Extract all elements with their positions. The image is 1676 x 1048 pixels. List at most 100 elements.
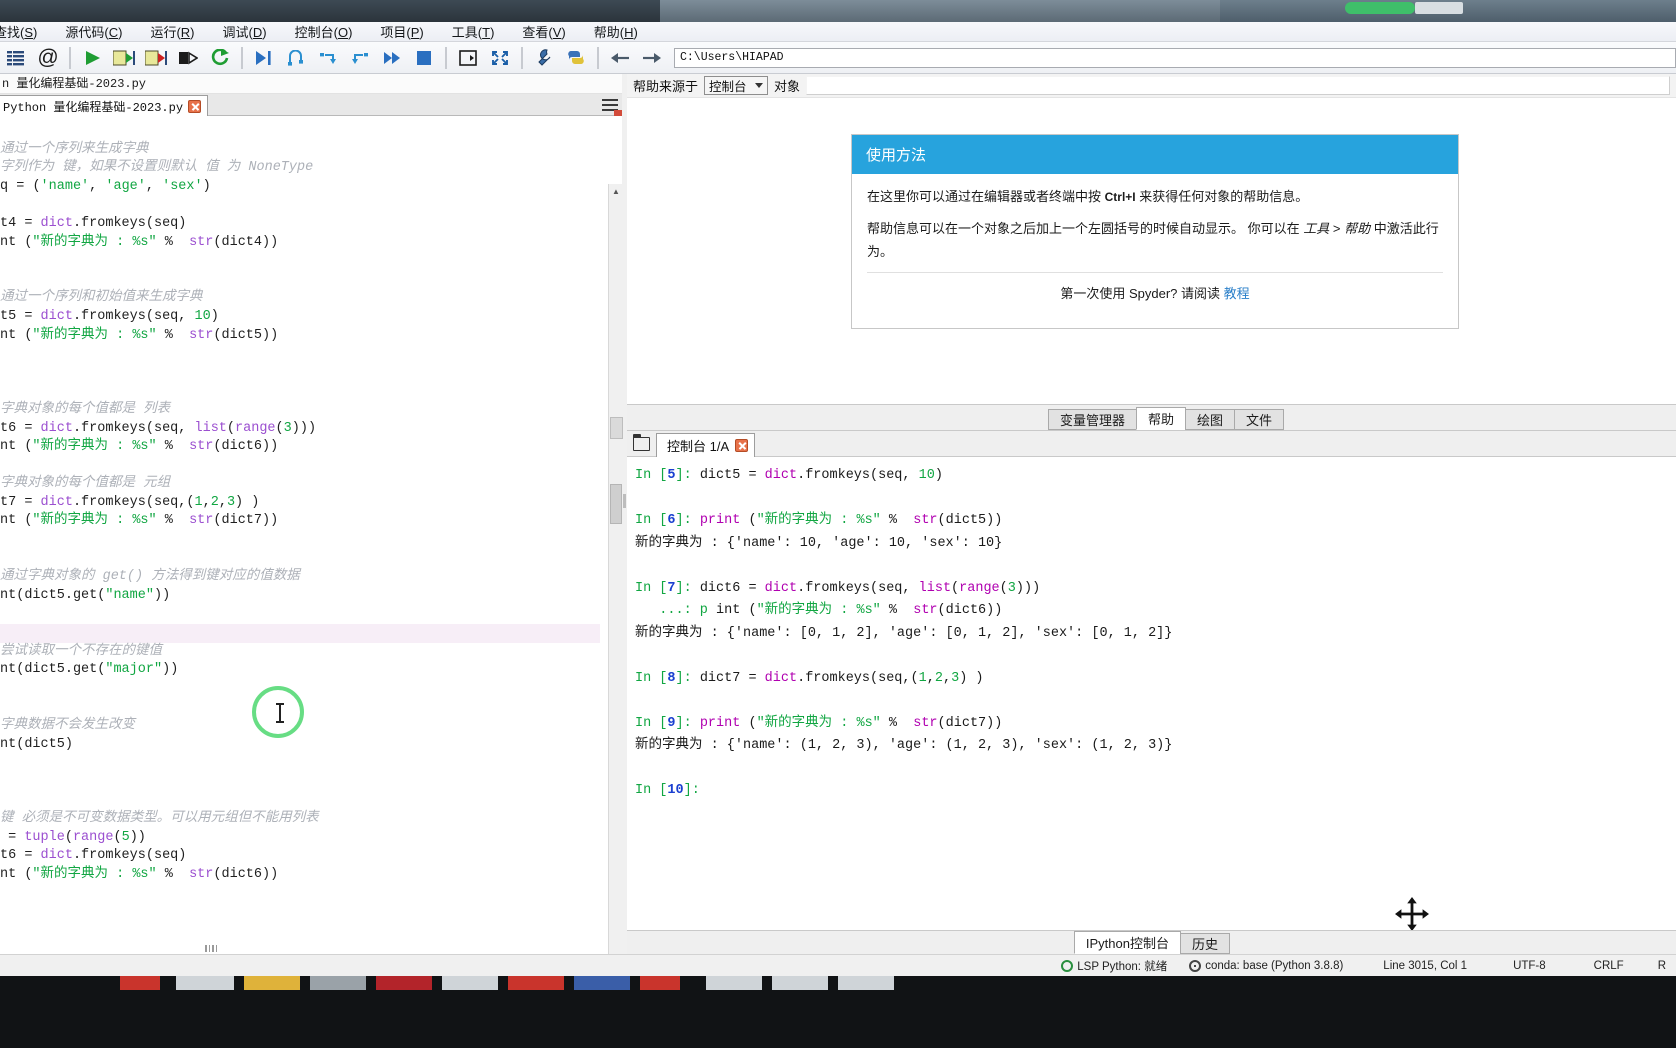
taskbar-item[interactable] — [310, 976, 366, 990]
code-line[interactable] — [0, 624, 600, 643]
code-line[interactable] — [0, 754, 600, 773]
code-line[interactable] — [0, 531, 600, 550]
taskbar-item[interactable] — [120, 976, 160, 990]
code-line[interactable] — [0, 382, 600, 401]
debug-stepout-icon[interactable] — [345, 44, 375, 72]
tutorial-link[interactable]: 教程 — [1224, 286, 1250, 301]
code-line[interactable]: q = ('name', 'age', 'sex') — [0, 178, 600, 197]
run-cell-icon[interactable] — [109, 44, 139, 72]
code-line[interactable]: 字典对象的每个值都是 列表 — [0, 401, 600, 420]
code-line[interactable]: nt(dict5.get("name")) — [0, 587, 600, 606]
code-line[interactable]: 尝试读取一个不存在的键值 — [0, 643, 600, 662]
help-source-select[interactable]: 控制台 — [704, 76, 769, 95]
arrow-left-icon[interactable] — [605, 44, 635, 72]
debug-stepin-icon[interactable] — [313, 44, 343, 72]
menu-item-2[interactable]: 源代码(C) — [51, 21, 136, 42]
debug-file-icon[interactable] — [249, 44, 279, 72]
debug-continue-icon[interactable] — [377, 44, 407, 72]
code-line[interactable] — [0, 773, 600, 792]
at-icon[interactable]: @ — [33, 44, 63, 72]
help-tab-1[interactable]: 变量管理器 — [1047, 409, 1137, 430]
taskbar-item[interactable] — [706, 976, 762, 990]
console-tab-active[interactable]: 控制台 1/A — [610, 417, 756, 457]
code-line[interactable]: 键 必须是不可变数据类型。可以用元组但不能用列表 — [0, 810, 600, 829]
menu-item-3[interactable]: 运行(R) — [136, 21, 208, 42]
run-cell-advance-icon[interactable] — [141, 44, 171, 72]
code-line[interactable] — [0, 550, 600, 569]
taskbar-item[interactable] — [574, 976, 630, 990]
menu-item-8[interactable]: 查看(V) — [508, 21, 579, 42]
taskbar-item[interactable] — [176, 976, 234, 990]
editor-resize-grip[interactable] — [205, 945, 221, 952]
code-line[interactable] — [0, 605, 600, 624]
editor-code-area[interactable]: 通过一个序列来生成字典 字列作为 键，如果不设置则默认 值 为 NoneType q… — [0, 116, 600, 936]
menu-item-1[interactable]: 查找(S) — [0, 21, 51, 42]
editor-tab-active[interactable]: Python 量化编程基础-2023.py — [0, 95, 209, 116]
taskbar-item[interactable] — [442, 976, 498, 990]
console-bottom-tab-1[interactable]: IPython控制台 — [1073, 931, 1181, 954]
code-line[interactable] — [0, 457, 600, 476]
taskbar-item[interactable] — [838, 976, 894, 990]
code-line[interactable] — [0, 680, 600, 699]
help-object-input[interactable] — [806, 76, 1670, 95]
arrow-right-icon[interactable] — [637, 44, 667, 72]
help-tab-4[interactable]: 文件 — [1233, 409, 1284, 430]
console-bottom-tab-2[interactable]: 历史 — [1179, 933, 1230, 954]
menu-item-4[interactable]: 调试(D) — [209, 21, 281, 42]
taskbar-item[interactable] — [508, 976, 564, 990]
code-line[interactable]: nt(dict5.get("major")) — [0, 661, 600, 680]
taskbar-item[interactable] — [376, 976, 432, 990]
rerun-icon[interactable] — [205, 44, 235, 72]
taskbar-item[interactable] — [244, 976, 300, 990]
close-icon[interactable] — [735, 438, 749, 452]
new-console-icon[interactable] — [633, 433, 650, 451]
menu-item-5[interactable]: 控制台(O) — [281, 21, 367, 42]
menu-item-6[interactable]: 项目(P) — [366, 21, 437, 42]
code-line[interactable]: nt ("新的字典为 : %s" % str(dict6)) — [0, 438, 600, 457]
taskbar-item[interactable] — [772, 976, 828, 990]
taskbar-item[interactable] — [640, 976, 680, 990]
menu-item-9[interactable]: 帮助(H) — [580, 21, 652, 42]
code-line[interactable]: 字典对象的每个值都是 元组 — [0, 475, 600, 494]
code-line[interactable]: = tuple(range(5)) — [0, 829, 600, 848]
menu-item-7[interactable]: 工具(T) — [438, 21, 509, 42]
console-tabscroll-button[interactable] — [610, 417, 623, 439]
debug-stop-icon[interactable] — [409, 44, 439, 72]
editor-vertical-scrollbar[interactable]: ▲ ▼ — [608, 184, 623, 1012]
code-line[interactable]: nt ("新的字典为 : %s" % str(dict7)) — [0, 512, 600, 531]
code-line[interactable]: t5 = dict.fromkeys(seq, 10) — [0, 308, 600, 327]
close-icon[interactable] — [188, 99, 202, 113]
maximize-pane-icon[interactable] — [485, 44, 515, 72]
scroll-up-icon[interactable]: ▲ — [609, 184, 623, 198]
code-line[interactable] — [0, 271, 600, 290]
run-selection-icon[interactable] — [173, 44, 203, 72]
code-line[interactable]: 字列作为 键，如果不设置则默认 值 为 NoneType — [0, 159, 600, 178]
code-line[interactable] — [0, 196, 600, 215]
python-path-icon[interactable] — [561, 44, 591, 72]
working-directory-input[interactable]: C:\Users\HIAPAD — [674, 47, 1676, 68]
open-preferences-icon[interactable] — [453, 44, 483, 72]
code-line[interactable]: t7 = dict.fromkeys(seq,(1,2,3) ) — [0, 494, 600, 513]
code-line[interactable]: 通过字典对象的 get() 方法得到键对应的值数据 — [0, 568, 600, 587]
code-line[interactable]: 通过一个序列和初始值来生成字典 — [0, 289, 600, 308]
console-output-area[interactable]: In [5]: dict5 = dict.fromkeys(seq, 10) I… — [627, 457, 1676, 931]
code-line[interactable]: t6 = dict.fromkeys(seq, list(range(3))) — [0, 420, 600, 439]
code-line[interactable]: nt ("新的字典为 : %s" % str(dict4)) — [0, 234, 600, 253]
code-line[interactable] — [0, 122, 600, 141]
code-line[interactable]: t4 = dict.fromkeys(seq) — [0, 215, 600, 234]
code-line[interactable]: nt ("新的字典为 : %s" % str(dict5)) — [0, 327, 600, 346]
code-line[interactable]: t6 = dict.fromkeys(seq) — [0, 847, 600, 866]
editor-scroll-thumb[interactable] — [610, 484, 622, 524]
code-line[interactable] — [0, 364, 600, 383]
code-line[interactable] — [0, 791, 600, 810]
file-list-icon[interactable] — [1, 44, 31, 72]
run-file-icon[interactable] — [77, 44, 107, 72]
code-line[interactable] — [0, 252, 600, 271]
code-line[interactable]: nt ("新的字典为 : %s" % str(dict6)) — [0, 866, 600, 885]
code-line[interactable] — [0, 345, 600, 364]
code-line[interactable]: nt(dict5) — [0, 736, 600, 755]
code-line[interactable]: 通过一个序列来生成字典 — [0, 141, 600, 160]
help-tab-3[interactable]: 绘图 — [1184, 409, 1235, 430]
debug-step-icon[interactable] — [281, 44, 311, 72]
help-tab-2[interactable]: 帮助 — [1135, 407, 1186, 430]
